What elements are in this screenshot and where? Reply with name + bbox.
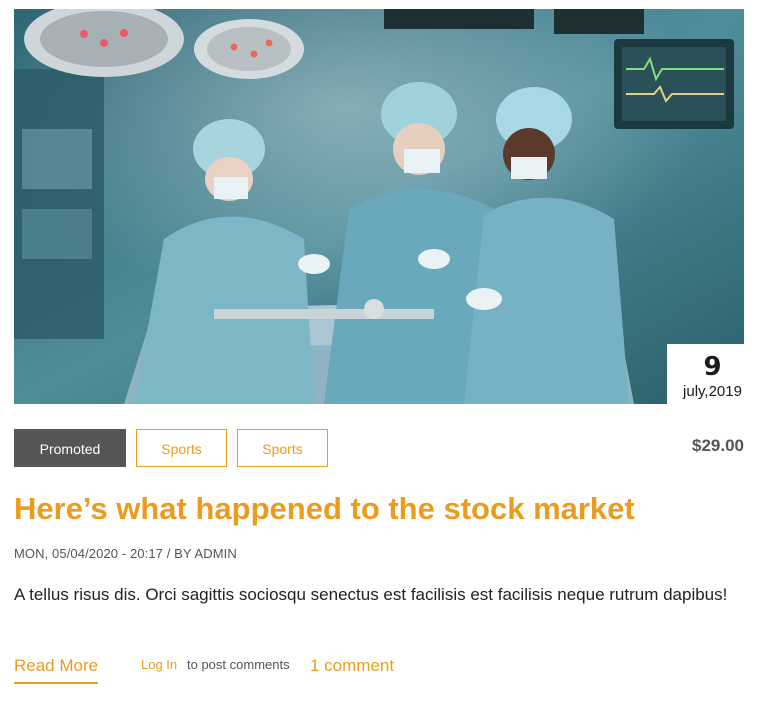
- article-title[interactable]: Here’s what happened to the stock market: [14, 488, 635, 530]
- login-link[interactable]: Log In: [141, 657, 177, 672]
- article-hero-image[interactable]: 9 july,2019: [14, 9, 744, 404]
- tag-sports[interactable]: Sports: [237, 429, 328, 467]
- read-more-link[interactable]: Read More: [14, 656, 99, 684]
- comments-link[interactable]: 1 comment: [310, 656, 394, 676]
- tag-list: Promoted Sports Sports: [14, 429, 328, 467]
- date-month-year: july,2019: [683, 383, 742, 400]
- tag-promoted[interactable]: Promoted: [14, 429, 126, 467]
- date-badge: 9 july,2019: [667, 344, 744, 404]
- date-day: 9: [703, 352, 722, 382]
- article-excerpt: A tellus risus dis. Orci sagittis socios…: [14, 585, 728, 604]
- surgery-photo: [14, 9, 744, 404]
- article-meta: MON, 05/04/2020 - 20:17 / BY ADMIN: [14, 546, 237, 561]
- price-label: $29.00: [692, 436, 744, 455]
- tag-sports[interactable]: Sports: [136, 429, 227, 467]
- login-suffix-text: to post comments: [187, 657, 290, 672]
